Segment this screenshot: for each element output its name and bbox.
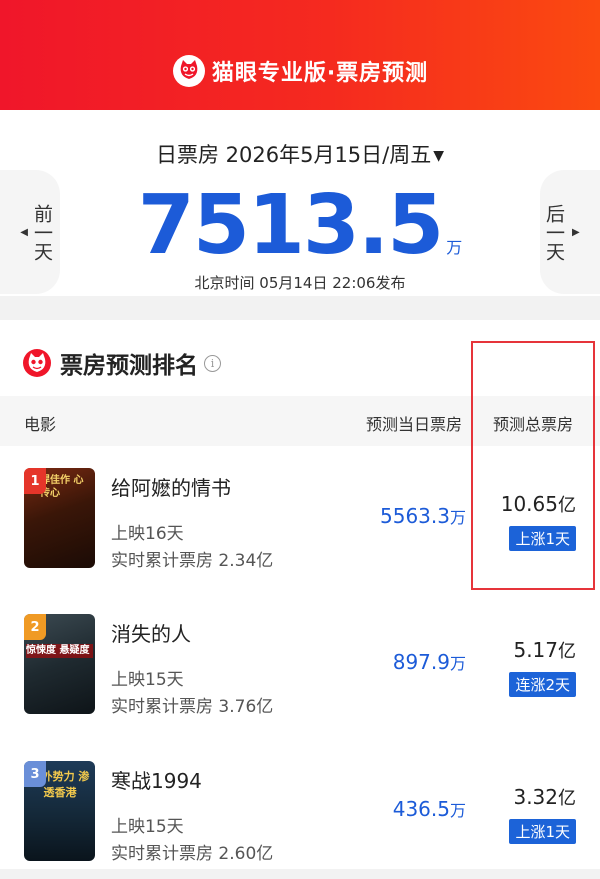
rank-badge: 1 [24,468,46,494]
trend-tag[interactable]: 连涨2天 [509,672,576,697]
total-box-value: 3.32 [513,785,558,809]
table-header: 电影 预测当日票房 预测总票房 [0,396,600,446]
ranking-card: 票房预测排名 i 电影 预测当日票房 预测总票房 1 悍佳作 心传心 给阿嬷的情… [0,320,600,869]
total-box-unit: 亿 [558,495,576,516]
brand-text: 猫眼专业版·票房预测 [211,61,429,86]
date-label: 日票房 2026年5月15日/周五 [155,143,432,167]
day-box-value: 5563.3 [380,504,450,528]
predicted-day-box: 436.5万 [393,797,466,821]
daily-summary-card: 日票房 2026年5月15日/周五 ▼ ◀ 前一天 后一天 ▶ 7513.5 万 北… [0,110,600,296]
predicted-total-box: 10.65亿 [476,491,576,517]
day-box-unit: 万 [449,508,466,527]
rank-badge: 2 [24,614,46,640]
movie-poster: 1 悍佳作 心传心 [24,468,95,568]
info-icon[interactable]: i [204,354,221,372]
predicted-total-box: 5.17亿 [476,637,576,663]
predicted-day-box: 5563.3万 [380,504,466,528]
predicted-day-box: 897.9万 [393,650,466,674]
release-days: 上映15天 [111,670,184,690]
table-row[interactable]: 2 惊悚度 悬疑度 消失的人 上映15天 实时累计票房 3.76亿 897.9万… [0,592,600,732]
rank-badge: 3 [24,761,46,787]
col-total-box: 预测总票房 [493,415,574,434]
caret-down-icon: ▼ [433,148,445,164]
day-box-unit: 万 [449,654,466,673]
ranking-title-text: 票房预测排名 [60,353,198,379]
cumulative-box: 实时累计票房 2.34亿 [111,551,274,571]
date-selector[interactable]: 日票房 2026年5月15日/周五 ▼ [0,139,600,169]
maoyan-cat-logo-icon [172,55,205,87]
day-box-value: 897.9 [392,650,450,674]
movie-name: 寒战1994 [111,769,202,793]
total-box-value: 10.65 [500,492,558,516]
maoyan-cat-icon [23,349,51,377]
day-box-unit: 万 [449,801,466,820]
table-row[interactable]: 3 境外势力 渗透香港 寒战1994 上映15天 实时累计票房 2.60亿 43… [0,739,600,879]
day-box-value: 436.5 [392,797,450,821]
movie-poster: 2 惊悚度 悬疑度 [24,614,95,714]
trend-tag[interactable]: 上涨1天 [509,819,576,844]
release-days: 上映15天 [111,817,184,837]
poster-text: 惊悚度 悬疑度 [26,644,93,658]
poster-text: 悍佳作 心传心 [40,475,84,499]
col-movie: 电影 [24,415,57,434]
col-day-box: 预测当日票房 [366,415,463,434]
release-days: 上映16天 [111,524,184,544]
total-box-unit: 亿 [558,641,576,662]
movie-name: 给阿嬷的情书 [111,476,231,500]
table-row[interactable]: 1 悍佳作 心传心 给阿嬷的情书 上映16天 实时累计票房 2.34亿 5563… [0,446,600,586]
total-box-unit: 亿 [558,788,576,809]
movie-name: 消失的人 [111,622,191,646]
daily-total-unit: 万 [446,238,463,257]
total-box-value: 5.17 [513,638,558,662]
brand-title: 猫眼专业版·票房预测 [0,53,600,89]
app-header: 猫眼专业版·票房预测 [0,0,600,110]
cumulative-box: 实时累计票房 2.60亿 [111,844,274,864]
cumulative-box: 实时累计票房 3.76亿 [111,697,274,717]
publish-time: 北京时间 05月14日 22:06发布 [194,274,406,292]
trend-tag[interactable]: 上涨1天 [509,526,576,551]
movie-poster: 3 境外势力 渗透香港 [24,761,95,861]
daily-total-value: 7513.5 [137,178,444,273]
ranking-title: 票房预测排名 i [22,346,221,380]
predicted-total-box: 3.32亿 [476,784,576,810]
